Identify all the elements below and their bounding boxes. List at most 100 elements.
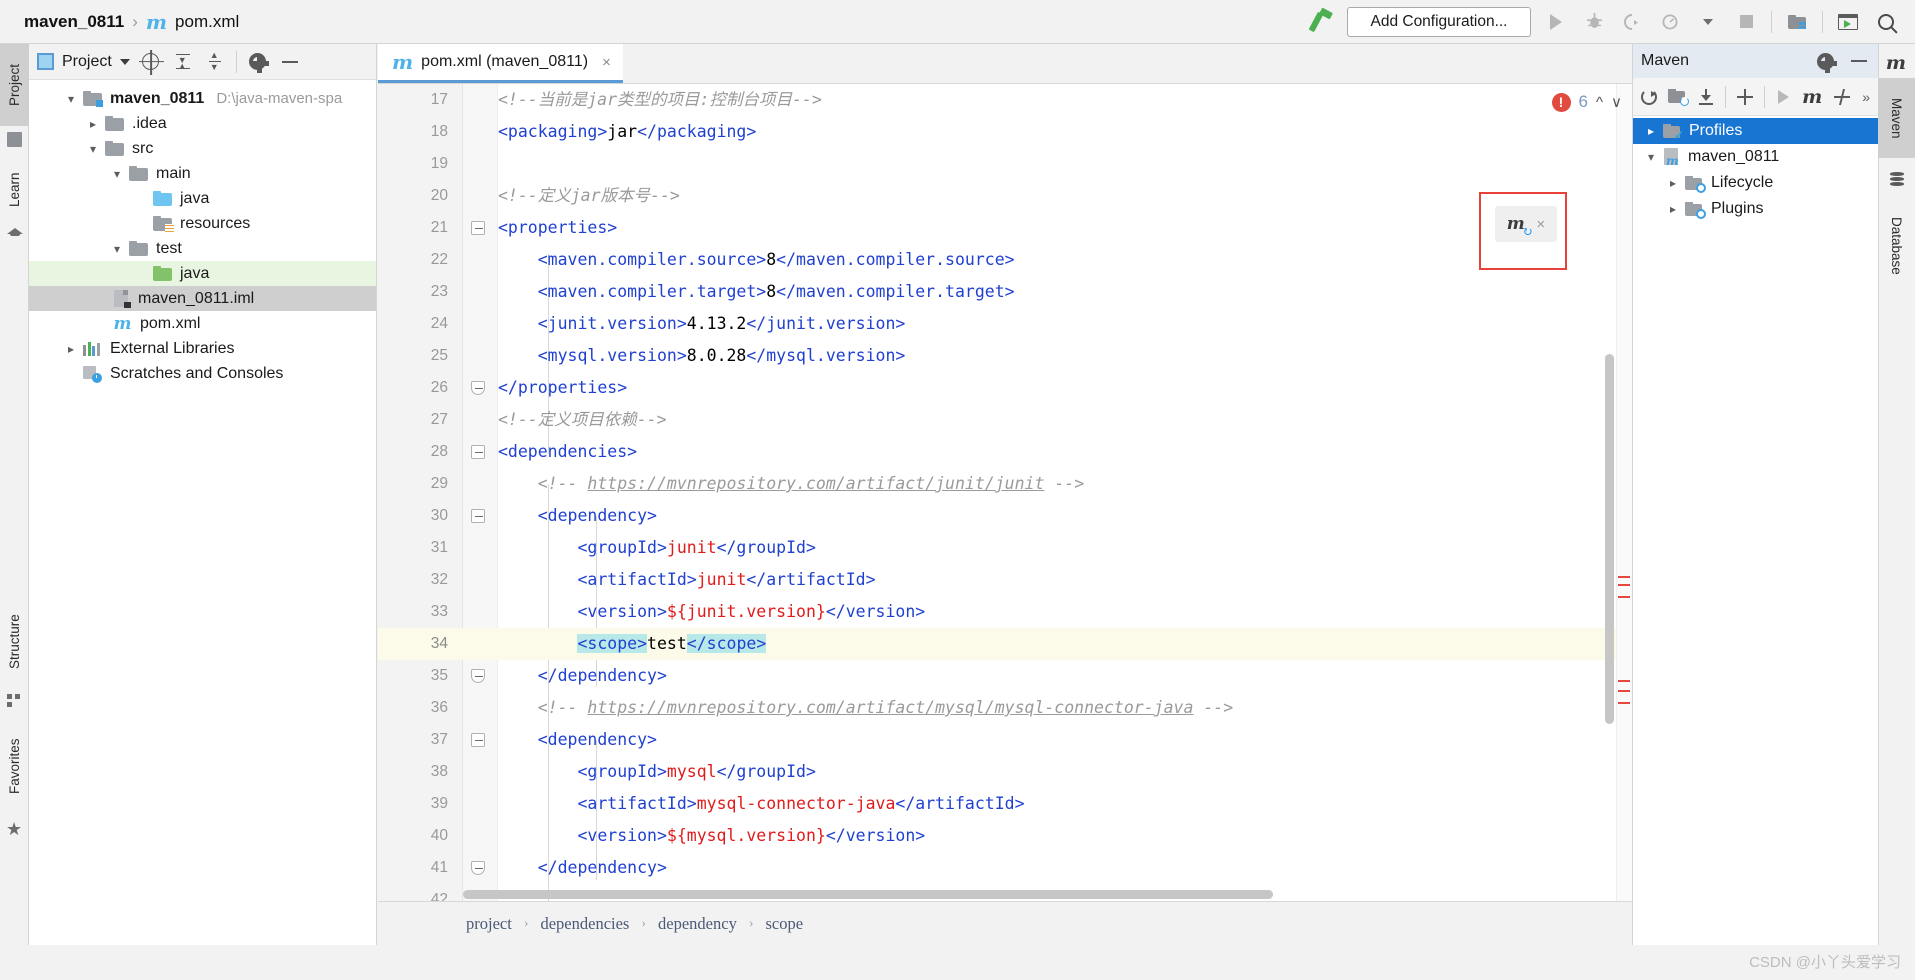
maven-tree-row-lifecycle[interactable]: ▸ Lifecycle	[1633, 170, 1878, 196]
chevron-down-icon[interactable]	[1695, 9, 1721, 35]
updates-icon[interactable]	[1835, 9, 1861, 35]
tree-row-test[interactable]: ▾ test	[29, 236, 376, 261]
chevron-down-icon[interactable]: ▾	[1643, 150, 1659, 164]
run-icon[interactable]	[1543, 9, 1569, 35]
chevron-down-icon[interactable]: ▾	[85, 142, 101, 156]
right-tool-strip: m Maven Database	[1878, 44, 1915, 980]
error-stripe-mark[interactable]	[1618, 702, 1630, 704]
breadcrumb-project[interactable]: maven_0811	[24, 12, 124, 32]
chevron-right-icon[interactable]: ▸	[1665, 202, 1681, 216]
reload-all-maven-projects-icon[interactable]	[1641, 86, 1657, 108]
error-stripe-marker-column[interactable]	[1616, 84, 1632, 901]
sidebar-item-favorites[interactable]: Favorites	[0, 716, 29, 816]
gear-icon[interactable]	[1814, 50, 1837, 73]
maven-tree-row-plugins[interactable]: ▸ Plugins	[1633, 196, 1878, 222]
chevron-down-icon[interactable]: ▾	[109, 167, 125, 181]
sidebar-item-learn[interactable]: Learn	[0, 156, 29, 224]
fold-toggle-icon[interactable]	[471, 221, 485, 235]
expand-collapse-icon[interactable]	[204, 50, 226, 73]
toggle-skip-tests-icon[interactable]	[1833, 86, 1851, 108]
close-icon[interactable]: ×	[1536, 216, 1545, 233]
project-tool-window: Project ▾ maven_0811 D:\java-maven-spa ▸	[29, 44, 377, 945]
execute-maven-goal-icon[interactable]: m	[1802, 86, 1822, 108]
tree-row-scratches[interactable]: Scratches and Consoles	[29, 361, 376, 386]
breadcrumb-file[interactable]: pom.xml	[175, 12, 239, 32]
tree-row-src[interactable]: ▾ src	[29, 136, 376, 161]
add-configuration-button[interactable]: Add Configuration...	[1347, 6, 1531, 37]
chevron-right-icon[interactable]: ▸	[1643, 124, 1659, 138]
maven-tree-row-project[interactable]: ▾ m maven_0811	[1633, 144, 1878, 170]
project-panel-title-group[interactable]: Project	[37, 53, 130, 71]
tree-row-pom[interactable]: m pom.xml	[29, 311, 376, 336]
hide-icon[interactable]	[279, 51, 301, 73]
fold-toggle-icon[interactable]	[471, 733, 485, 747]
tab-pom-xml[interactable]: m pom.xml (maven_0811) ×	[378, 44, 623, 83]
inspection-status[interactable]: ! 6 ^ ∨	[1551, 92, 1622, 112]
breadcrumb-scope-node[interactable]: scope	[766, 914, 804, 934]
maven-reload-popup[interactable]: m ↻ ×	[1495, 206, 1557, 242]
database-icon	[1890, 172, 1904, 187]
code-editor[interactable]: ! 6 ^ ∨ m ↻ × 17 <!--当前是jar类型的项目:控制台项目--> …	[378, 84, 1632, 901]
add-maven-project-icon[interactable]	[1736, 86, 1753, 108]
fold-toggle-icon[interactable]	[471, 861, 485, 875]
breadcrumb-dependencies-node[interactable]: dependencies	[540, 914, 629, 934]
run-coverage-icon[interactable]	[1619, 9, 1645, 35]
error-stripe-mark[interactable]	[1618, 576, 1630, 578]
code-lines[interactable]: 17 <!--当前是jar类型的项目:控制台项目--> 18 <packaging>…	[378, 84, 1632, 901]
sidebar-item-structure[interactable]: Structure	[0, 594, 29, 690]
chevron-right-icon[interactable]: ▸	[1665, 176, 1681, 190]
collapse-all-icon[interactable]	[172, 51, 194, 73]
debug-icon[interactable]	[1581, 9, 1607, 35]
fold-toggle-icon[interactable]	[471, 669, 485, 683]
breadcrumb-dependency-node[interactable]: dependency	[658, 914, 737, 934]
generate-sources-icon[interactable]	[1668, 86, 1689, 108]
stop-icon[interactable]	[1733, 9, 1759, 35]
download-sources-icon[interactable]	[1698, 86, 1714, 108]
sidebar-item-database[interactable]: Database	[1878, 196, 1915, 296]
tree-row-main[interactable]: ▾ main	[29, 161, 376, 186]
breadcrumb-project-node[interactable]: project	[466, 914, 512, 934]
fold-toggle-icon[interactable]	[471, 509, 485, 523]
tree-row-external-libraries[interactable]: ▸ External Libraries	[29, 336, 376, 361]
locate-icon[interactable]	[140, 51, 162, 73]
hammer-icon[interactable]	[1309, 9, 1335, 35]
error-stripe-mark[interactable]	[1618, 680, 1630, 682]
more-icon[interactable]: »	[1862, 89, 1870, 105]
error-stripe-mark[interactable]	[1618, 596, 1630, 598]
tree-row-maven_0811[interactable]: ▾ maven_0811 D:\java-maven-spa	[29, 86, 376, 111]
maven-tree-row-profiles[interactable]: ▸ ✓ Profiles	[1633, 118, 1878, 144]
search-everywhere-icon[interactable]	[1873, 9, 1899, 35]
tree-row-idea[interactable]: ▸ .idea	[29, 111, 376, 136]
sidebar-item-project[interactable]: Project	[0, 44, 29, 126]
sidebar-item-maven[interactable]: Maven	[1878, 78, 1915, 158]
error-badge-icon: !	[1551, 92, 1571, 112]
fold-toggle-icon[interactable]	[471, 381, 485, 395]
close-icon[interactable]: ×	[602, 54, 611, 71]
tree-row-iml[interactable]: maven_0811.iml	[29, 286, 376, 311]
chevron-down-icon[interactable]: ▾	[63, 92, 79, 106]
tree-row-main-java[interactable]: java	[29, 186, 376, 211]
horizontal-scrollbar[interactable]	[463, 890, 1273, 899]
error-stripe-mark[interactable]	[1618, 690, 1630, 692]
chevron-down-icon[interactable]: ▾	[109, 242, 125, 256]
chevron-down-icon[interactable]	[119, 58, 130, 65]
project-structure-icon[interactable]	[1784, 9, 1810, 35]
maven-reload-icon[interactable]: m ↻	[1507, 214, 1533, 240]
chevron-right-icon[interactable]: ▸	[85, 117, 101, 131]
gear-icon[interactable]	[247, 51, 270, 73]
fold-toggle-icon[interactable]	[471, 445, 485, 459]
error-stripe-mark[interactable]	[1618, 584, 1630, 586]
vertical-scrollbar[interactable]	[1605, 354, 1614, 724]
maven-panel-header: Maven	[1633, 44, 1878, 78]
tree-row-test-java[interactable]: java	[29, 261, 376, 286]
previous-error-icon[interactable]: ^	[1596, 94, 1603, 111]
iml-file-icon	[113, 289, 131, 308]
profile-icon[interactable]	[1657, 9, 1683, 35]
next-error-icon[interactable]: ∨	[1611, 93, 1622, 111]
run-icon[interactable]	[1775, 86, 1791, 108]
hide-icon[interactable]	[1848, 50, 1870, 72]
tree-row-resources[interactable]: resources	[29, 211, 376, 236]
folder-icon	[105, 116, 124, 131]
chevron-right-icon[interactable]: ▸	[63, 342, 79, 356]
line-number: 19	[430, 155, 448, 172]
